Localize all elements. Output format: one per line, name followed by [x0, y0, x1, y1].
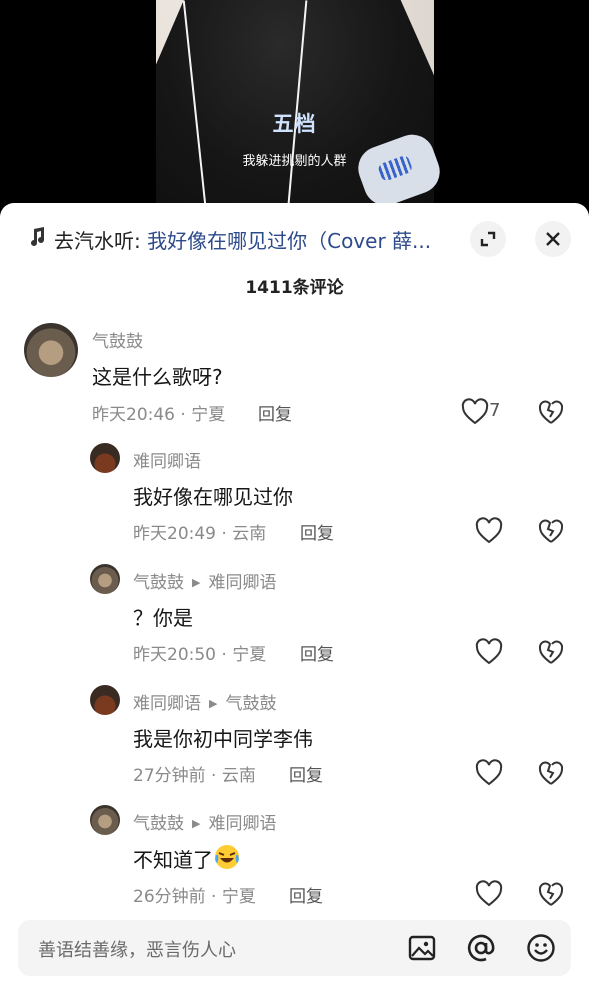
comment-username-text: 气鼓鼓: [92, 332, 143, 352]
reply-arrow-icon: ▶: [209, 697, 218, 710]
video-player[interactable]: 五档 我躲进挑剔的人群: [0, 0, 589, 215]
comment-text: 我好像在哪见过你: [133, 485, 293, 509]
broken-heart-icon[interactable]: [537, 517, 565, 545]
comment-username[interactable]: 难同卿语 ▶ 气鼓鼓: [133, 689, 276, 714]
music-text: 去汽水听: 我好像在哪见过你（Cover 薛...: [54, 225, 454, 254]
video-subtitle-title: 五档: [272, 112, 317, 136]
comment-time: 26分钟前: [133, 887, 206, 907]
reply-button[interactable]: 回复: [300, 519, 334, 544]
image-icon[interactable]: [406, 932, 438, 964]
avatar[interactable]: [90, 685, 120, 715]
comment-meta: 昨天20:50 · 宁夏: [133, 645, 267, 665]
comment-username[interactable]: 气鼓鼓: [92, 327, 143, 352]
comment-location: 宁夏: [191, 405, 226, 425]
comment-item: 气鼓鼓 这是什么歌呀? 昨天20:46 · 宁夏 回复 7: [0, 321, 589, 431]
music-song-title[interactable]: 我好像在哪见过你（Cover 薛...: [147, 229, 431, 253]
heart-icon[interactable]: [474, 637, 504, 667]
avatar[interactable]: [90, 805, 120, 835]
avatar[interactable]: [24, 323, 78, 377]
comment-time: 昨天20:46: [92, 405, 175, 425]
smiley-icon[interactable]: [525, 932, 557, 964]
expand-button[interactable]: [470, 221, 506, 257]
reply-to-username[interactable]: 气鼓鼓: [225, 694, 276, 714]
comment-username[interactable]: 气鼓鼓 ▶ 难同卿语: [133, 568, 276, 593]
comment-text: 不知道了: [133, 843, 241, 873]
heart-icon[interactable]: [474, 879, 504, 909]
comment-time: 27分钟前: [133, 766, 206, 786]
comment-username-text: 难同卿语: [133, 694, 201, 714]
reply-button[interactable]: 回复: [258, 400, 292, 425]
comment-item: 气鼓鼓 ▶ 难同卿语 ？你是 昨天20:50 · 宁夏 回复: [0, 562, 589, 672]
video-subtitle-lyric: 我躲进挑剔的人群: [242, 154, 347, 169]
comment-item: 难同卿语 ▶ 气鼓鼓 我是你初中同学李伟 27分钟前 · 云南 回复: [0, 683, 589, 793]
reply-to-username[interactable]: 难同卿语: [208, 814, 276, 834]
music-note-icon: [28, 227, 46, 252]
comment-meta: 27分钟前 · 云南: [133, 766, 256, 786]
comment-time: 昨天20:50: [133, 645, 216, 665]
comment-username-text: 气鼓鼓: [133, 573, 184, 593]
comment-item: 难同卿语 我好像在哪见过你 昨天20:49 · 云南 回复: [0, 441, 589, 551]
comment-username[interactable]: 气鼓鼓 ▶ 难同卿语: [133, 809, 276, 834]
heart-icon[interactable]: [474, 516, 504, 546]
comment-text-content: 不知道了: [133, 848, 213, 872]
comment-sheet: 去汽水听: 我好像在哪见过你（Cover 薛... 1411条评论 气鼓鼓 这是…: [0, 203, 589, 996]
comment-time: 昨天20:49: [133, 524, 216, 544]
comment-location: 云南: [232, 524, 267, 544]
heart-icon[interactable]: [460, 397, 490, 427]
comment-input[interactable]: 善语结善缘，恶言伤人心: [38, 936, 236, 962]
music-prefix: 去汽水听:: [54, 229, 148, 253]
comment-text: 这是什么歌呀?: [92, 365, 223, 389]
comment-location: 宁夏: [232, 645, 267, 665]
close-icon: [546, 232, 560, 246]
reply-button[interactable]: 回复: [289, 761, 323, 786]
reply-arrow-icon: ▶: [192, 817, 201, 830]
avatar[interactable]: [90, 443, 120, 473]
comments-count: 1411条评论: [245, 278, 344, 298]
close-button[interactable]: [535, 221, 571, 257]
comment-username[interactable]: 难同卿语: [133, 447, 201, 472]
comment-text: 我是你初中同学李伟: [133, 727, 313, 751]
like-count: 7: [489, 400, 501, 421]
broken-heart-icon[interactable]: [537, 638, 565, 666]
reply-to-username[interactable]: 难同卿语: [208, 573, 276, 593]
comment-meta: 26分钟前 · 宁夏: [133, 887, 256, 907]
broken-heart-icon[interactable]: [537, 398, 565, 426]
reply-button[interactable]: 回复: [300, 640, 334, 665]
broken-heart-icon[interactable]: [537, 759, 565, 787]
comment-username-text: 气鼓鼓: [133, 814, 184, 834]
comment-username-text: 难同卿语: [133, 452, 201, 472]
at-icon[interactable]: [465, 932, 497, 964]
comment-meta: 昨天20:46 · 宁夏: [92, 405, 226, 425]
comment-meta: 昨天20:49 · 云南: [133, 524, 267, 544]
comment-location: 宁夏: [221, 887, 256, 907]
comment-item: 气鼓鼓 ▶ 难同卿语 不知道了 26分钟前 · 宁夏 回复: [0, 803, 589, 913]
expand-icon: [480, 231, 496, 247]
laughing-crying-emoji-icon: [215, 845, 239, 869]
comment-location: 云南: [221, 766, 256, 786]
heart-icon[interactable]: [474, 758, 504, 788]
comment-input-bar[interactable]: 善语结善缘，恶言伤人心: [18, 920, 571, 976]
reply-arrow-icon: ▶: [192, 576, 201, 589]
reply-button[interactable]: 回复: [289, 882, 323, 907]
avatar[interactable]: [90, 564, 120, 594]
comment-text: ？你是: [133, 606, 193, 630]
broken-heart-icon[interactable]: [537, 880, 565, 908]
